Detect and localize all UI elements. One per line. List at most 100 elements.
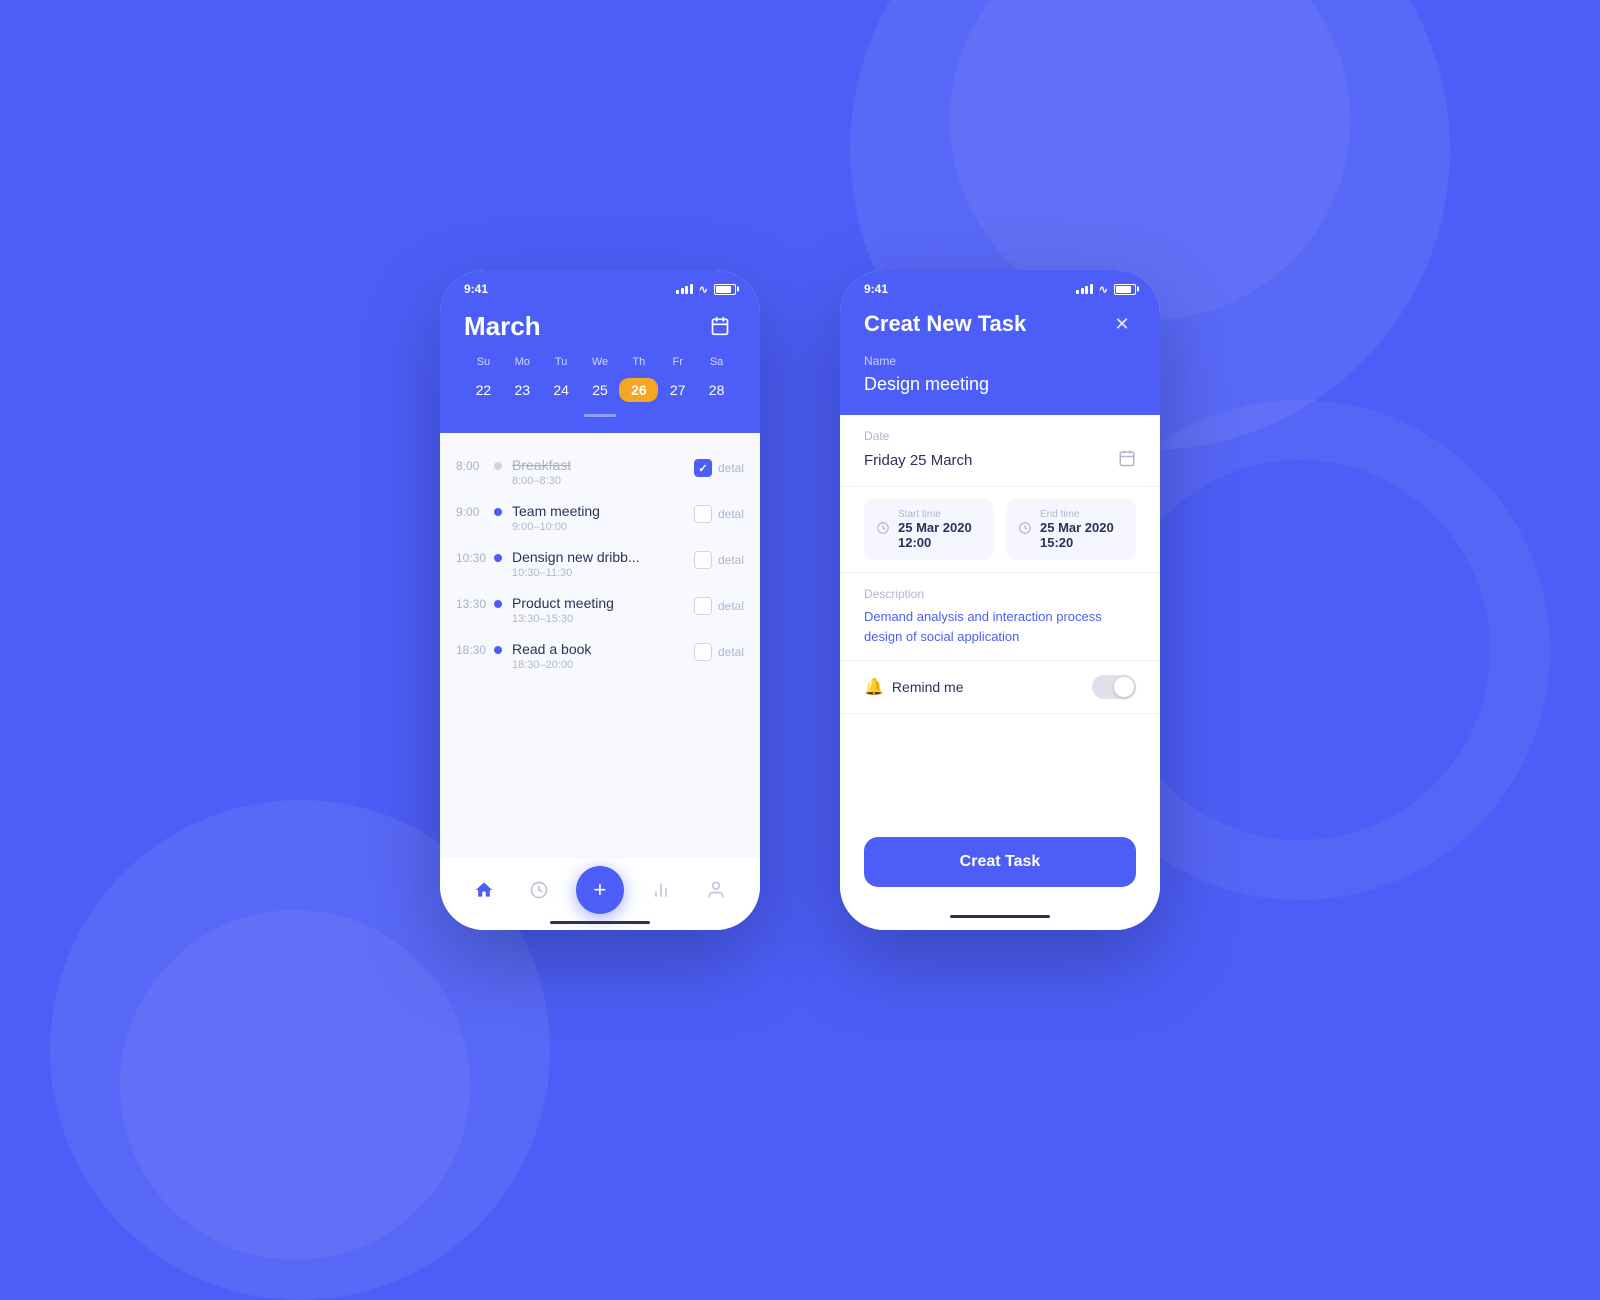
bottom-nav: + (440, 858, 760, 930)
signal-icon-2 (1076, 284, 1093, 294)
name-field-area: Name Design meeting (864, 354, 1136, 395)
wifi-icon-2: ∿ (1099, 283, 1108, 296)
nav-chart[interactable] (643, 872, 679, 908)
task-time-2: 9:00 (456, 503, 494, 519)
end-time-card[interactable]: End time 25 Mar 2020 15:20 (1006, 499, 1136, 560)
detal-link-5[interactable]: detal (718, 645, 744, 659)
battery-icon-2 (1114, 284, 1136, 295)
task-checkbox-1[interactable] (694, 459, 712, 477)
date-25[interactable]: 25 (581, 378, 620, 402)
week-date-cells: 22 23 24 25 26 27 28 (464, 378, 736, 402)
status-bar-phone1: 9:41 ∿ (440, 270, 760, 302)
nav-user[interactable] (698, 872, 734, 908)
scroll-indicator (464, 414, 736, 417)
date-26-active[interactable]: 26 (619, 378, 658, 402)
end-time-value: 25 Mar 2020 15:20 (1040, 520, 1124, 550)
start-time-value: 25 Mar 2020 12:00 (898, 520, 982, 550)
task-range-1: 8:00–8:30 (512, 475, 694, 487)
battery-icon (714, 284, 736, 295)
nav-clock[interactable] (521, 872, 557, 908)
calendar-header: March Su Mo Tu We Th Fr Sa 22 23 24 (440, 302, 760, 433)
task-name-4: Product meeting (512, 595, 694, 611)
create-task-button[interactable]: Creat Task (864, 837, 1136, 887)
task-range-4: 13:30–15:30 (512, 613, 694, 625)
close-button[interactable]: ✕ (1108, 310, 1136, 338)
task-item: 8:00 Breakfast 8:00–8:30 detal (440, 449, 760, 495)
start-time-clock-icon (876, 521, 890, 538)
task-content-4: Product meeting 13:30–15:30 (512, 595, 694, 625)
task-name-1: Breakfast (512, 457, 694, 473)
description-label: Description (864, 587, 1136, 601)
detal-link-3[interactable]: detal (718, 553, 744, 567)
task-content-1: Breakfast 8:00–8:30 (512, 457, 694, 487)
form-body: Date Friday 25 March (840, 415, 1160, 817)
date-27[interactable]: 27 (658, 378, 697, 402)
description-value[interactable]: Demand analysis and interaction process … (864, 607, 1136, 646)
detal-link-1[interactable]: detal (718, 461, 744, 475)
date-value[interactable]: Friday 25 March (864, 452, 972, 469)
name-value[interactable]: Design meeting (864, 374, 1136, 395)
task-time-3: 10:30 (456, 549, 494, 565)
remind-toggle[interactable] (1092, 675, 1136, 699)
task-checkbox-3[interactable] (694, 551, 712, 569)
remind-label: Remind me (892, 679, 964, 695)
date-28[interactable]: 28 (697, 378, 736, 402)
date-24[interactable]: 24 (542, 378, 581, 402)
task-name-3: Densign new dribb... (512, 549, 694, 565)
task-item: 18:30 Read a book 18:30–20:00 detal (440, 633, 760, 679)
task-actions-3: detal (694, 549, 744, 569)
wifi-icon: ∿ (699, 283, 708, 296)
task-time-4: 13:30 (456, 595, 494, 611)
date-section: Date Friday 25 March (840, 415, 1160, 487)
home-indicator (550, 921, 650, 924)
status-icons-phone2: ∿ (1076, 283, 1136, 296)
day-mo: Mo (503, 356, 542, 368)
day-sa: Sa (697, 356, 736, 368)
task-dot-2 (494, 508, 502, 516)
new-task-title-row: Creat New Task ✕ (864, 310, 1136, 338)
phone-calendar: 9:41 ∿ March S (440, 270, 760, 930)
end-time-label: End time (1040, 509, 1124, 520)
task-range-2: 9:00–10:00 (512, 521, 694, 533)
toggle-knob (1114, 677, 1134, 697)
nav-add-fab[interactable]: + (576, 866, 624, 914)
signal-icon (676, 284, 693, 294)
task-item: 10:30 Densign new dribb... 10:30–11:30 d… (440, 541, 760, 587)
task-checkbox-4[interactable] (694, 597, 712, 615)
task-dot-1 (494, 462, 502, 470)
date-22[interactable]: 22 (464, 378, 503, 402)
start-time-card[interactable]: Start time 25 Mar 2020 12:00 (864, 499, 994, 560)
time-row: Start time 25 Mar 2020 12:00 End time 25… (840, 487, 1160, 573)
task-content-3: Densign new dribb... 10:30–11:30 (512, 549, 694, 579)
day-tu: Tu (542, 356, 581, 368)
date-23[interactable]: 23 (503, 378, 542, 402)
date-value-row: Friday 25 March (864, 449, 1136, 472)
date-calendar-icon[interactable] (1118, 449, 1136, 472)
time-phone1: 9:41 (464, 282, 488, 296)
task-time-1: 8:00 (456, 457, 494, 473)
status-bar-phone2: 9:41 ∿ (840, 270, 1160, 302)
time-phone2: 9:41 (864, 282, 888, 296)
task-range-5: 18:30–20:00 (512, 659, 694, 671)
detal-link-4[interactable]: detal (718, 599, 744, 613)
month-title: March (464, 311, 541, 342)
task-checkbox-5[interactable] (694, 643, 712, 661)
nav-home[interactable] (466, 872, 502, 908)
detal-link-2[interactable]: detal (718, 507, 744, 521)
task-actions-1: detal (694, 457, 744, 477)
day-fr: Fr (658, 356, 697, 368)
calendar-icon-btn[interactable] (704, 310, 736, 342)
task-actions-4: detal (694, 595, 744, 615)
task-checkbox-2[interactable] (694, 505, 712, 523)
task-name-2: Team meeting (512, 503, 694, 519)
day-su: Su (464, 356, 503, 368)
task-dot-3 (494, 554, 502, 562)
bell-icon: 🔔 (864, 677, 884, 697)
task-content-2: Team meeting 9:00–10:00 (512, 503, 694, 533)
status-icons-phone1: ∿ (676, 283, 736, 296)
start-time-content: Start time 25 Mar 2020 12:00 (898, 509, 982, 550)
home-indicator-phone2 (950, 915, 1050, 918)
task-dot-5 (494, 646, 502, 654)
new-task-title: Creat New Task (864, 311, 1026, 337)
new-task-header: Creat New Task ✕ Name Design meeting (840, 302, 1160, 415)
